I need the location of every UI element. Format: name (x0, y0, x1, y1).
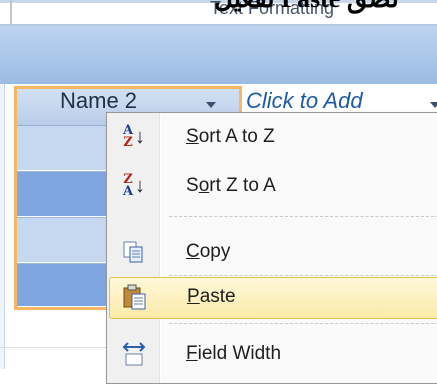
document-top-strip: Text Formatting تفعيل Paste لصق (0, 0, 437, 26)
menu-item-label: Paste (187, 286, 236, 307)
menu-item-label: Sort Z to A (186, 175, 276, 196)
document-caption: تفعيل Paste لصق (214, 0, 399, 14)
menu-item-copy[interactable]: Copy (109, 233, 437, 273)
menu-item-label: Sort A to Z (186, 126, 275, 147)
sort-a-to-z-icon: A Z ↓ (122, 123, 146, 150)
menu-item-label: Copy (186, 241, 231, 262)
menu-separator (169, 275, 437, 276)
menu-separator (169, 216, 437, 217)
menu-item-field-width[interactable]: Field Width (109, 335, 437, 375)
ribbon-band (0, 26, 437, 84)
paste-icon (120, 282, 150, 312)
menu-item-paste[interactable]: Paste (109, 277, 437, 319)
click-to-add-label[interactable]: Click to Add (246, 88, 363, 114)
record-selector-edge (0, 84, 5, 369)
copy-icon (119, 237, 149, 267)
sort-z-to-a-icon: Z A ↓ (122, 172, 146, 199)
menu-item-sort-a-to-z[interactable]: A Z ↓ Sort A to Z (109, 118, 437, 158)
menu-separator (169, 323, 437, 324)
context-menu: AZ↓ Sort A to Z ZA↓ Sort Z to A Copy (106, 112, 437, 384)
menu-item-label: Field Width (186, 343, 282, 364)
menu-item-sort-z-to-a[interactable]: Z A ↓ Sort Z to A (109, 167, 437, 207)
field-width-icon (119, 339, 149, 369)
click-to-add-dropdown-icon[interactable] (430, 102, 437, 108)
strip-divider (10, 0, 12, 24)
